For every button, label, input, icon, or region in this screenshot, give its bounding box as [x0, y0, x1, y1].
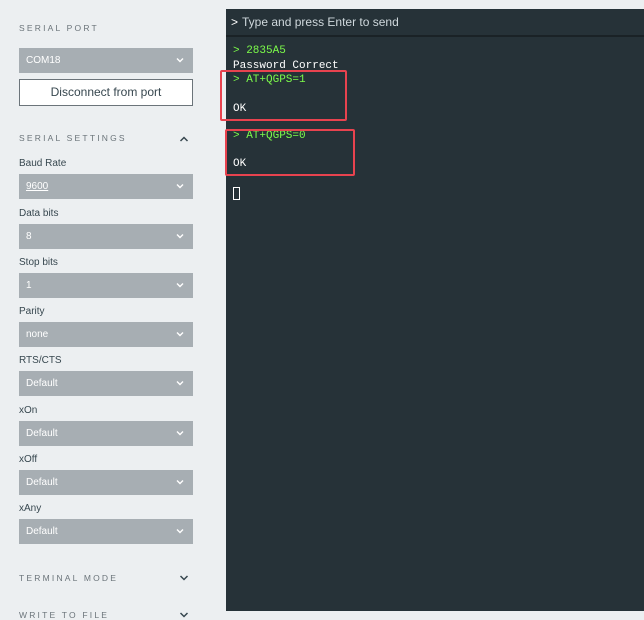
- baud-rate-label: Baud Rate: [19, 158, 67, 169]
- xany-select[interactable]: Default: [19, 519, 193, 544]
- write-to-file-heading[interactable]: WRITE TO FILE: [19, 610, 109, 620]
- terminal-panel: > Type and press Enter to send > 2835A5 P…: [220, 9, 644, 611]
- baud-rate-select[interactable]: 9600: [19, 174, 193, 199]
- stop-bits-select[interactable]: 1: [19, 273, 193, 298]
- xoff-label: xOff: [19, 454, 38, 465]
- command-input-placeholder: Type and press Enter to send: [242, 15, 399, 29]
- parity-value: none: [26, 329, 49, 340]
- stop-bits-value: 1: [26, 280, 32, 291]
- stop-bits-label: Stop bits: [19, 257, 58, 268]
- terminal-mode-heading[interactable]: TERMINAL MODE: [19, 573, 118, 583]
- port-select-value: COM18: [26, 55, 61, 66]
- port-select[interactable]: COM18: [19, 48, 193, 73]
- chevron-down-icon: [176, 480, 184, 485]
- rts-cts-value: Default: [26, 378, 58, 389]
- xoff-value: Default: [26, 477, 58, 488]
- output-line: > 2835A5: [233, 45, 286, 57]
- xoff-select[interactable]: Default: [19, 470, 193, 495]
- command-input[interactable]: > Type and press Enter to send: [226, 9, 644, 37]
- settings-sidebar: SERIAL PORT COM18 Disconnect from port S…: [0, 0, 213, 620]
- rts-cts-label: RTS/CTS: [19, 355, 62, 366]
- baud-rate-value: 9600: [26, 181, 49, 192]
- chevron-down-icon: [176, 58, 184, 63]
- highlight-box-qgps-1: [220, 70, 347, 121]
- xany-value: Default: [26, 526, 58, 537]
- xon-select[interactable]: Default: [19, 421, 193, 446]
- disconnect-button[interactable]: Disconnect from port: [19, 79, 193, 106]
- serial-terminal-app: SERIAL PORT COM18 Disconnect from port S…: [0, 0, 644, 620]
- data-bits-select[interactable]: 8: [19, 224, 193, 249]
- parity-select[interactable]: none: [19, 322, 193, 347]
- chevron-down-icon: [176, 234, 184, 239]
- chevron-down-icon[interactable]: [179, 574, 189, 582]
- prompt-symbol: >: [231, 15, 239, 29]
- serial-settings-heading: SERIAL SETTINGS: [19, 133, 127, 143]
- chevron-down-icon: [176, 184, 184, 189]
- rts-cts-select[interactable]: Default: [19, 371, 193, 396]
- highlight-box-qgps-0: [225, 129, 355, 176]
- data-bits-label: Data bits: [19, 208, 59, 219]
- parity-label: Parity: [19, 306, 45, 317]
- chevron-down-icon: [176, 431, 184, 436]
- xany-label: xAny: [19, 503, 42, 514]
- chevron-down-icon: [176, 529, 184, 534]
- chevron-down-icon[interactable]: [179, 611, 189, 619]
- terminal-cursor: [233, 187, 240, 200]
- chevron-down-icon: [176, 332, 184, 337]
- data-bits-value: 8: [26, 231, 32, 242]
- chevron-up-icon[interactable]: [179, 135, 189, 143]
- chevron-down-icon: [176, 381, 184, 386]
- xon-value: Default: [26, 428, 58, 439]
- chevron-down-icon: [176, 283, 184, 288]
- serial-port-heading: SERIAL PORT: [19, 23, 99, 33]
- xon-label: xOn: [19, 405, 38, 416]
